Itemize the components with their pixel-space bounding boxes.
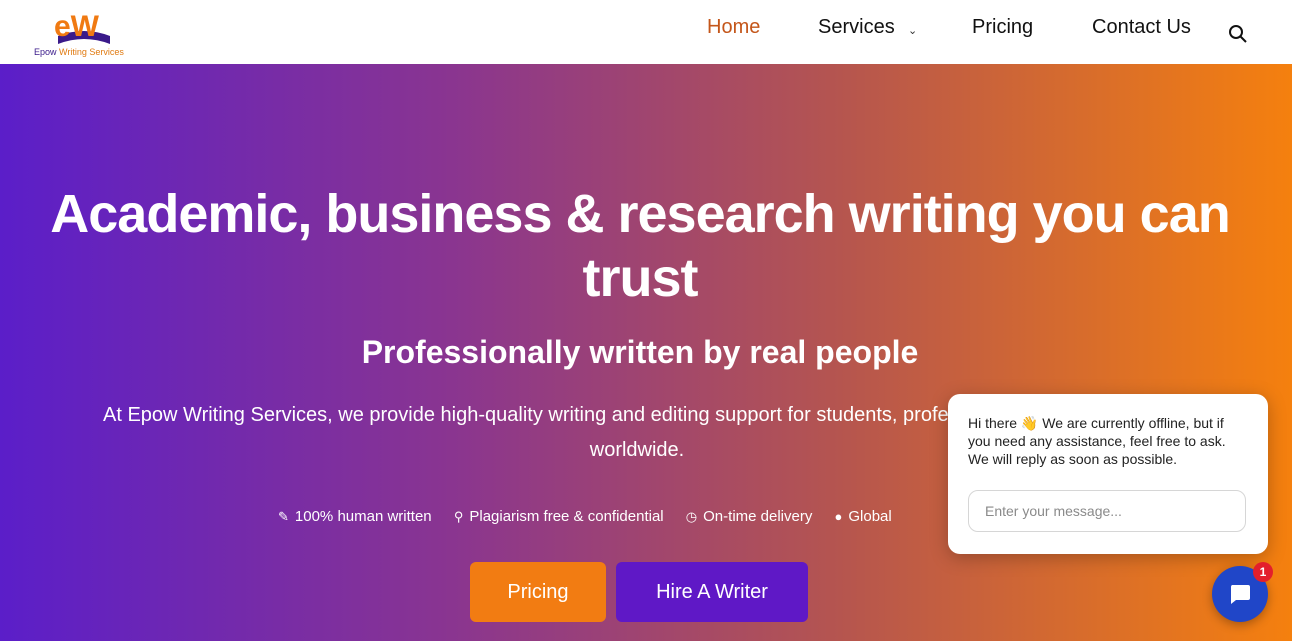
hero-section: Academic, business & research writing yo… [0, 64, 1292, 641]
logo-mark-icon: eW [54, 10, 110, 44]
chat-bubble-icon [1230, 585, 1250, 604]
nav-pricing[interactable]: Pricing [972, 16, 1033, 40]
unread-badge: 1 [1253, 562, 1273, 582]
feature-item: ✎ 100% human written [278, 508, 432, 525]
nav-contact-us[interactable]: Contact Us [1092, 16, 1191, 40]
feature-item: ◷ On-time delivery [686, 508, 813, 525]
logo-name-accent: Writing Services [59, 47, 124, 57]
logo-letters: eW [54, 10, 100, 43]
hire-writer-button[interactable]: Hire A Writer [616, 562, 808, 622]
clock-icon: ◷ [685, 509, 698, 524]
chat-message-input[interactable] [968, 490, 1246, 532]
chat-popup: Hi there 👋 We are currently offline, but… [948, 394, 1268, 554]
site-header: eW Epow Writing Services Home Services ⌄… [0, 0, 1292, 64]
magnifier-icon: ⚲ [453, 509, 464, 524]
feature-item: ⚲ Plagiarism free & confidential [454, 508, 664, 525]
nav-home[interactable]: Home [707, 16, 760, 40]
feature-label: 100% human written [294, 508, 432, 525]
search-icon[interactable] [1228, 24, 1250, 46]
pricing-button[interactable]: Pricing [470, 562, 606, 622]
feature-label: On-time delivery [703, 508, 813, 525]
chat-greeting: Hi there 👋 We are currently offline, but… [968, 415, 1226, 467]
feature-list: ✎ 100% human written ⚲ Plagiarism free & c… [278, 508, 998, 532]
pen-icon: ✎ [278, 509, 289, 524]
chevron-down-icon[interactable]: ⌄ [908, 24, 917, 37]
feature-label: Plagiarism free & confidential [469, 508, 664, 525]
globe-icon: ● [834, 509, 843, 524]
logo-name-primary: Epow [34, 47, 60, 57]
site-logo[interactable]: eW Epow Writing Services [34, 6, 134, 60]
feature-item: ● Global [835, 508, 892, 525]
hero-title: Academic, business & research writing yo… [50, 184, 1230, 308]
nav-services[interactable]: Services [818, 16, 895, 40]
feature-label: Global [848, 508, 892, 525]
hero-subtitle: Professionally written by real people [361, 334, 919, 370]
logo-text: Epow Writing Services [34, 47, 124, 57]
